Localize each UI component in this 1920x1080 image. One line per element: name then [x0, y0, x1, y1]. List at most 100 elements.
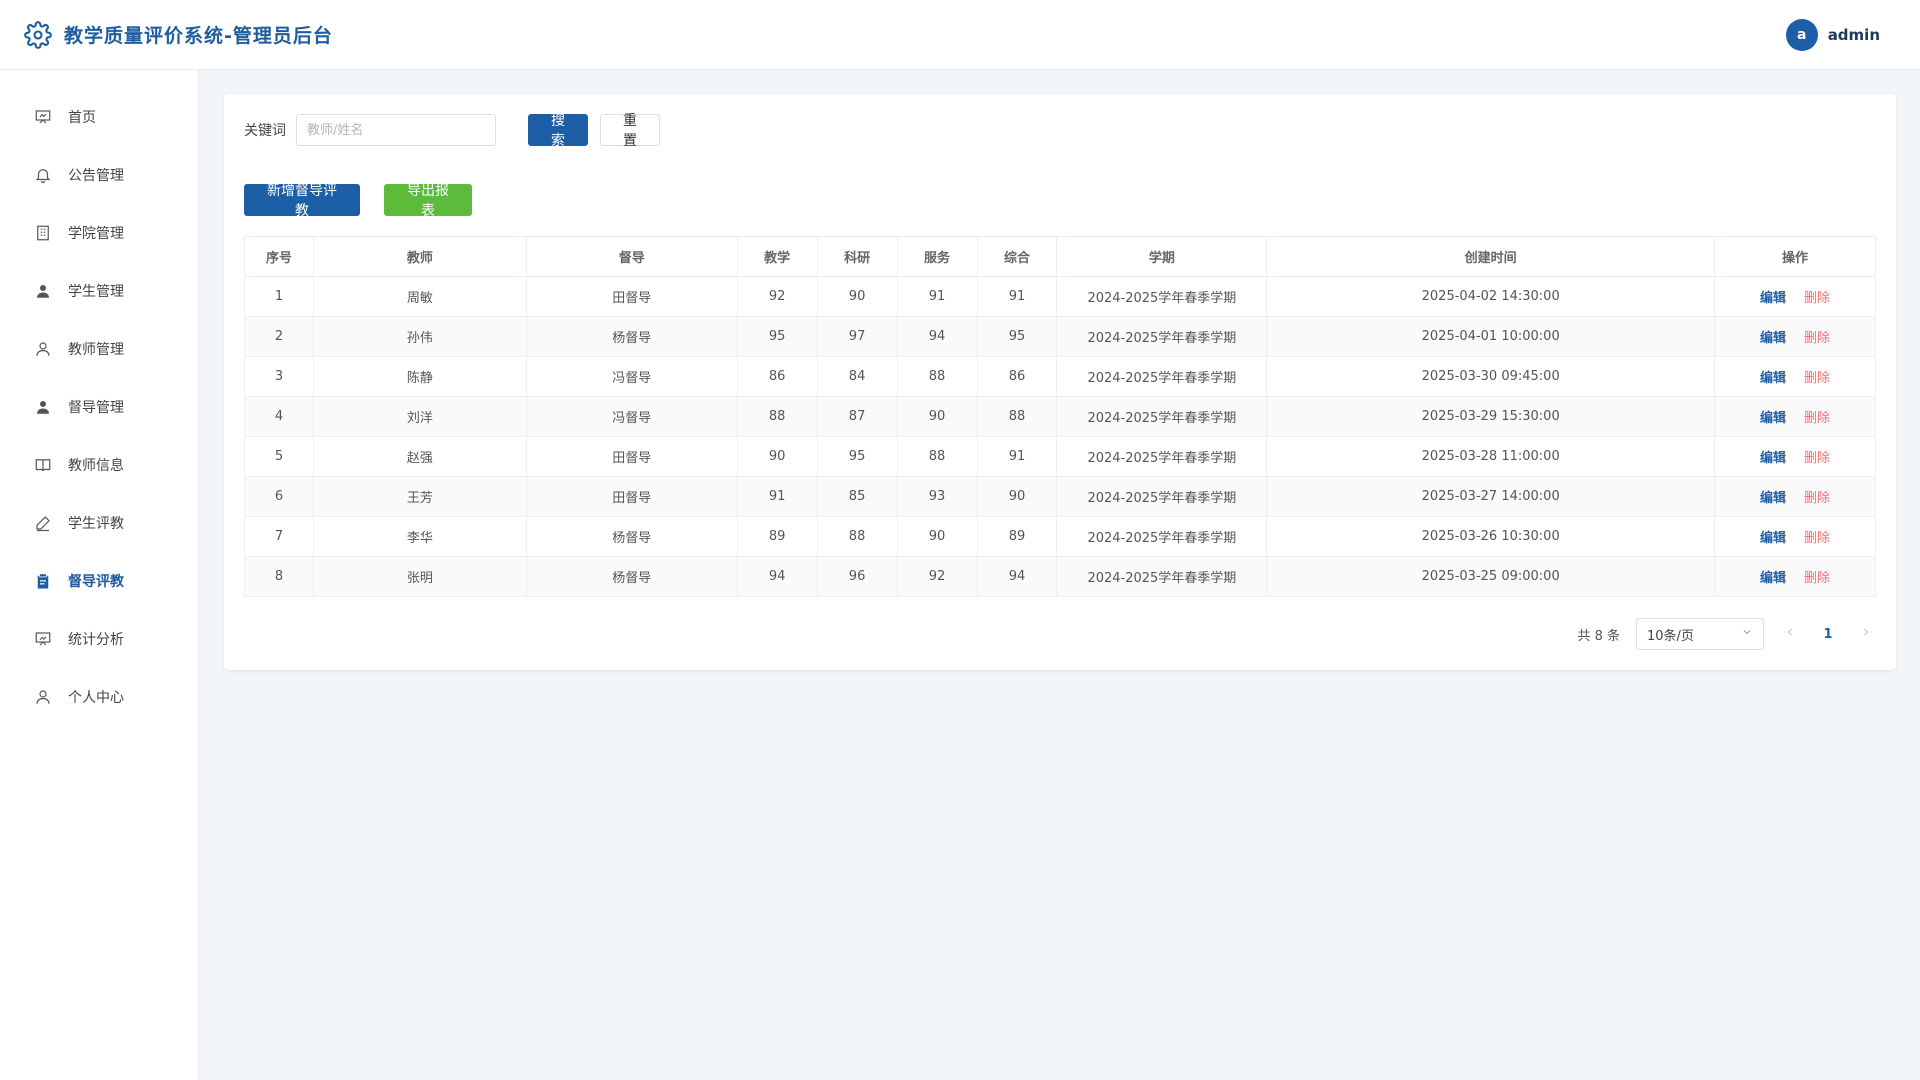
sidebar-item-label: 学生评教 — [68, 516, 124, 532]
edit-link[interactable]: 编辑 — [1760, 571, 1786, 586]
table-cell: 93 — [896, 476, 978, 517]
sidebar-item-label: 督导评教 — [68, 574, 124, 590]
sidebar-item-supervisors[interactable]: 督导管理 — [0, 378, 198, 436]
table-cell: 94 — [736, 556, 818, 597]
table-cell: 2024-2025学年春季学期 — [1056, 316, 1268, 357]
edit-link[interactable]: 编辑 — [1760, 371, 1786, 386]
delete-link[interactable]: 删除 — [1804, 531, 1830, 546]
table-row: 3 陈静 冯督导 86 84 88 86 2024-2025学年春季学期 2025-03-30 … — [244, 356, 1876, 397]
action-bar: 新增督导评教 导出报表 — [244, 183, 1876, 219]
table-cell: 杨督导 — [525, 556, 738, 597]
table-cell: 88 — [896, 356, 978, 397]
table-cell: 90 — [816, 276, 898, 317]
column-header: 综合 — [976, 236, 1058, 277]
page-number-current[interactable]: 1 — [1816, 627, 1840, 642]
table-cell: 2025-04-02 14:30:00 — [1266, 276, 1716, 317]
table-cell: 2025-03-30 09:45:00 — [1266, 356, 1716, 397]
table-cell: 89 — [976, 516, 1058, 557]
bell-icon — [34, 166, 52, 184]
sidebar-item-label: 教师信息 — [68, 458, 124, 474]
sidebar-item-label: 督导管理 — [68, 400, 124, 416]
delete-link[interactable]: 删除 — [1804, 371, 1830, 386]
table-cell: 2024-2025学年春季学期 — [1056, 516, 1268, 557]
table-cell: 90 — [896, 396, 978, 437]
column-header: 创建时间 — [1266, 236, 1716, 277]
user-icon — [34, 340, 52, 358]
user-filled-icon — [34, 282, 52, 300]
table-cell: 88 — [816, 516, 898, 557]
row-actions: 编辑 删除 — [1714, 316, 1876, 357]
sidebar-item-announcements[interactable]: 公告管理 — [0, 146, 198, 204]
table-cell: 96 — [816, 556, 898, 597]
sidebar-item-supervisor-evaluation[interactable]: 督导评教 — [0, 552, 198, 610]
delete-link[interactable]: 删除 — [1804, 331, 1830, 346]
book-icon — [34, 456, 52, 474]
table-row: 8 张明 杨督导 94 96 92 94 2024-2025学年春季学期 2025-03-25 … — [244, 556, 1876, 597]
delete-link[interactable]: 删除 — [1804, 491, 1830, 506]
pagination: 共 8 条 10条/页 1 — [1577, 618, 1876, 650]
edit-link[interactable]: 编辑 — [1760, 531, 1786, 546]
add-evaluation-button[interactable]: 新增督导评教 — [244, 183, 360, 219]
edit-link[interactable]: 编辑 — [1760, 331, 1786, 346]
sidebar-item-teacher-info[interactable]: 教师信息 — [0, 436, 198, 494]
table-cell: 3 — [244, 356, 314, 397]
table-row: 6 王芳 田督导 91 85 93 90 2024-2025学年春季学期 2025-03-27 … — [244, 476, 1876, 517]
search-button[interactable]: 搜索 — [528, 113, 588, 149]
table-cell: 冯督导 — [525, 396, 738, 437]
table-cell: 95 — [976, 316, 1058, 357]
edit-link[interactable]: 编辑 — [1760, 491, 1786, 506]
table-cell: 89 — [736, 516, 818, 557]
sidebar-item-teachers[interactable]: 教师管理 — [0, 320, 198, 378]
chevron-right-icon — [1864, 628, 1869, 636]
avatar[interactable]: a — [1785, 18, 1818, 51]
edit-link[interactable]: 编辑 — [1760, 451, 1786, 466]
table-cell: 孙伟 — [312, 316, 527, 357]
table-row: 4 刘洋 冯督导 88 87 90 88 2024-2025学年春季学期 2025-03-29 … — [244, 396, 1876, 437]
row-actions: 编辑 删除 — [1714, 516, 1876, 557]
user-menu[interactable]: a admin — [1785, 18, 1880, 51]
row-actions: 编辑 删除 — [1714, 396, 1876, 437]
reset-button[interactable]: 重置 — [600, 113, 660, 149]
delete-link[interactable]: 删除 — [1804, 291, 1830, 306]
sidebar-item-students[interactable]: 学生管理 — [0, 262, 198, 320]
page-size-select[interactable]: 10条/页 — [1636, 618, 1764, 650]
prev-page-button[interactable] — [1780, 626, 1800, 642]
sidebar-item-home[interactable]: 首页 — [0, 88, 198, 146]
username[interactable]: admin — [1828, 26, 1880, 44]
table-cell: 张明 — [312, 556, 527, 597]
delete-link[interactable]: 删除 — [1804, 411, 1830, 426]
table-cell: 2025-03-29 15:30:00 — [1266, 396, 1716, 437]
table-cell: 90 — [736, 436, 818, 477]
row-actions: 编辑 删除 — [1714, 356, 1876, 397]
table-cell: 90 — [896, 516, 978, 557]
next-page-button[interactable] — [1856, 626, 1876, 642]
delete-link[interactable]: 删除 — [1804, 571, 1830, 586]
sidebar-item-statistics[interactable]: 统计分析 — [0, 610, 198, 668]
total-count: 共 8 条 — [1577, 628, 1620, 644]
table-cell: 84 — [816, 356, 898, 397]
table-cell: 2024-2025学年春季学期 — [1056, 356, 1268, 397]
edit-link[interactable]: 编辑 — [1760, 291, 1786, 306]
sidebar-item-colleges[interactable]: 学院管理 — [0, 204, 198, 262]
table-cell: 2025-04-01 10:00:00 — [1266, 316, 1716, 357]
gear-icon — [24, 20, 52, 49]
brand: 教学质量评价系统-管理员后台 — [24, 20, 333, 49]
edit-link[interactable]: 编辑 — [1760, 411, 1786, 426]
top-header: 教学质量评价系统-管理员后台 a admin — [0, 0, 1920, 70]
table-cell: 2025-03-28 11:00:00 — [1266, 436, 1716, 477]
sidebar-item-label: 首页 — [68, 110, 96, 126]
sidebar-item-student-evaluation[interactable]: 学生评教 — [0, 494, 198, 552]
column-header: 操作 — [1714, 236, 1876, 277]
table-cell: 2 — [244, 316, 314, 357]
column-header: 科研 — [816, 236, 898, 277]
export-report-button[interactable]: 导出报表 — [384, 183, 472, 219]
table-cell: 91 — [976, 436, 1058, 477]
column-header: 序号 — [244, 236, 314, 277]
sidebar-item-profile[interactable]: 个人中心 — [0, 668, 198, 726]
delete-link[interactable]: 删除 — [1804, 451, 1830, 466]
sidebar-item-label: 学院管理 — [68, 226, 124, 242]
search-bar: 关键词 搜索 重置 — [244, 113, 1876, 149]
table-cell: 杨督导 — [525, 516, 738, 557]
table-cell: 91 — [976, 276, 1058, 317]
keyword-input[interactable] — [296, 114, 496, 146]
